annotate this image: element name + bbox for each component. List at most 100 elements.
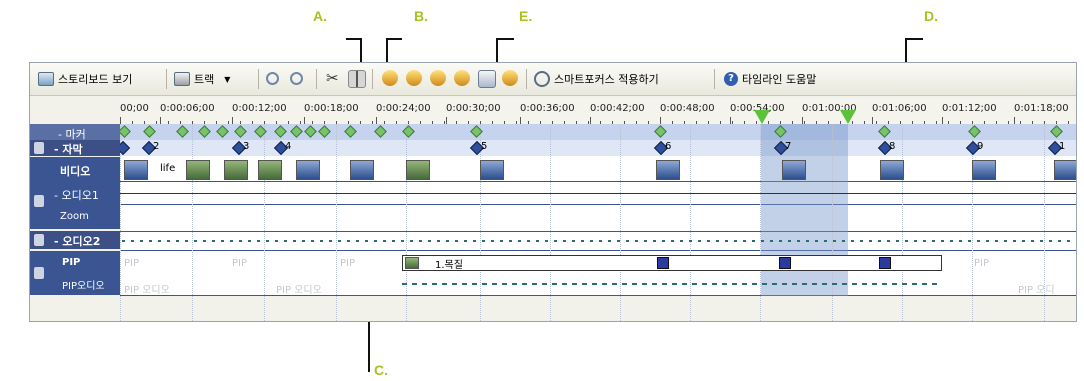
ruler-tick-label: 0:00:48;00 <box>660 103 715 114</box>
pip-audio-waveform-segment <box>822 283 827 285</box>
fit-clip-icon[interactable] <box>382 70 398 86</box>
video-clip-thumbnail[interactable] <box>972 160 996 180</box>
video-clip-thumbnail[interactable] <box>656 160 680 180</box>
ruler-tick-label: 00;00 <box>120 103 149 114</box>
playhead-start[interactable] <box>754 110 770 124</box>
lock-icon[interactable] <box>34 195 44 207</box>
pip-audio-waveform-segment <box>502 283 507 285</box>
video-clip-thumbnail[interactable] <box>880 160 904 180</box>
audio2-waveform-segment <box>608 240 611 242</box>
audio2-waveform-segment <box>878 240 881 242</box>
pip-audio-waveform-segment <box>802 283 807 285</box>
caption-number: 9 <box>977 141 984 152</box>
video-clip-thumbnail[interactable] <box>296 160 320 180</box>
toolbar-separator <box>714 69 715 89</box>
smartfocus-icon <box>534 71 550 87</box>
video-clip-thumbnail[interactable] <box>224 160 248 180</box>
audio2-waveform-segment <box>635 240 638 242</box>
video-clip-thumbnail[interactable] <box>406 160 430 180</box>
audio2-waveform-segment <box>761 240 764 242</box>
track-dropdown[interactable]: 트랙 ▼ <box>174 69 230 89</box>
audio2-waveform-segment <box>536 240 539 242</box>
audio-edit-icon[interactable] <box>454 70 470 86</box>
caption-number: 4 <box>285 141 292 152</box>
smartfocus-button[interactable]: 스마트포커스 적용하기 <box>534 69 659 89</box>
lock-icon[interactable] <box>34 267 44 279</box>
audio2-waveform-segment <box>851 240 854 242</box>
audio2-waveform-segment <box>959 240 962 242</box>
audio2-waveform-segment <box>986 240 989 242</box>
video-clip-thumbnail[interactable] <box>782 160 806 180</box>
audio2-waveform-segment <box>581 240 584 242</box>
audio2-waveform-segment <box>374 240 377 242</box>
cut-icon[interactable]: ✂ <box>326 70 342 86</box>
pip-audio-waveform-segment <box>602 283 607 285</box>
storyboard-icon <box>38 72 54 86</box>
help-label: 타임라인 도움말 <box>742 73 817 86</box>
pip-audio-placeholder: PIP 오디 <box>1018 285 1055 296</box>
callout-b: B. <box>414 8 428 24</box>
chevron-down-icon: ▼ <box>224 74 231 84</box>
pip-audio-waveform-segment <box>552 283 557 285</box>
split-icon[interactable] <box>348 70 366 88</box>
pip-audio-waveform-segment <box>542 283 547 285</box>
audio2-waveform-segment <box>788 240 791 242</box>
audio2-waveform-segment <box>860 240 863 242</box>
audio2-waveform-segment <box>167 240 170 242</box>
pip-audio-waveform-segment <box>412 283 417 285</box>
video-clip-thumbnail[interactable] <box>1054 160 1076 180</box>
ruler-tick-label: 0:00:36;00 <box>520 103 575 114</box>
audio2-waveform-segment <box>140 240 143 242</box>
audio2-waveform-segment <box>248 240 251 242</box>
ruler-tick <box>590 117 591 124</box>
audio2-waveform-segment <box>527 240 530 242</box>
lock-icon[interactable] <box>34 142 44 154</box>
pip-audio-waveform-segment <box>522 283 527 285</box>
video-clip-thumbnail[interactable] <box>258 160 282 180</box>
video-clip-thumbnail[interactable] <box>186 160 210 180</box>
audio2-waveform-segment <box>725 240 728 242</box>
video-clip-thumbnail[interactable] <box>480 160 504 180</box>
audio2-waveform-segment <box>995 240 998 242</box>
audio2-waveform-segment <box>401 240 404 242</box>
audio2-waveform-segment <box>212 240 215 242</box>
audio2-waveform-segment <box>464 240 467 242</box>
pip-audio-waveform-segment <box>532 283 537 285</box>
audio2-waveform-segment <box>176 240 179 242</box>
ruler-tick-label: 0:01:18;00 <box>1014 103 1069 114</box>
audio2-waveform-segment <box>896 240 899 242</box>
pip-clip-marker <box>779 257 791 269</box>
properties-icon[interactable] <box>502 70 518 86</box>
grid-line <box>690 124 691 321</box>
zoom-out-icon[interactable] <box>290 72 303 85</box>
clip-speed-icon[interactable] <box>478 70 496 88</box>
zoom-in-icon[interactable] <box>266 72 279 85</box>
pip-audio-waveform-segment <box>572 283 577 285</box>
voice-icon[interactable] <box>430 70 446 86</box>
audio2-waveform-segment <box>599 240 602 242</box>
caption-number: 2 <box>153 141 160 152</box>
pip-placeholder: PIP <box>124 258 140 269</box>
audio2-waveform-segment <box>392 240 395 242</box>
storyboard-button[interactable]: 스토리보드 보기 <box>38 69 132 89</box>
audio2-waveform-segment <box>518 240 521 242</box>
pip-clip[interactable]: 1.목질 <box>402 255 942 271</box>
timeline-tracks[interactable]: 2 3 4 5 6 7 8 9 1 life PIP PIP PIP PIP PIP 오디오 PIP 오디오 P… <box>120 124 1076 321</box>
pip-audio-waveform-segment <box>912 283 917 285</box>
audio2-waveform-segment <box>707 240 710 242</box>
lock-icon[interactable] <box>34 234 44 246</box>
caption-number: 8 <box>889 141 896 152</box>
video-clip-thumbnail[interactable] <box>350 160 374 180</box>
playhead-end[interactable] <box>840 110 856 124</box>
track-zoom-label: Zoom <box>60 211 89 222</box>
audio2-waveform-segment <box>347 240 350 242</box>
time-ruler[interactable]: 00;00 0:00:06;00 0:00:12;00 0:00:18;00 0:00:… <box>120 98 1076 125</box>
audio2-waveform-segment <box>473 240 476 242</box>
audio2-waveform-segment <box>842 240 845 242</box>
timeline-toolbar: 스토리보드 보기 트랙 ▼ ✂ 스마트포커스 적용하기 ? 타임라인 도움말 <box>30 63 1076 96</box>
timeline-help-button[interactable]: ? 타임라인 도움말 <box>724 69 816 89</box>
pip-audio-waveform-segment <box>402 283 407 285</box>
ruler-tick <box>1014 117 1015 124</box>
video-clip-thumbnail[interactable] <box>124 160 148 180</box>
extend-frame-icon[interactable] <box>406 70 422 86</box>
